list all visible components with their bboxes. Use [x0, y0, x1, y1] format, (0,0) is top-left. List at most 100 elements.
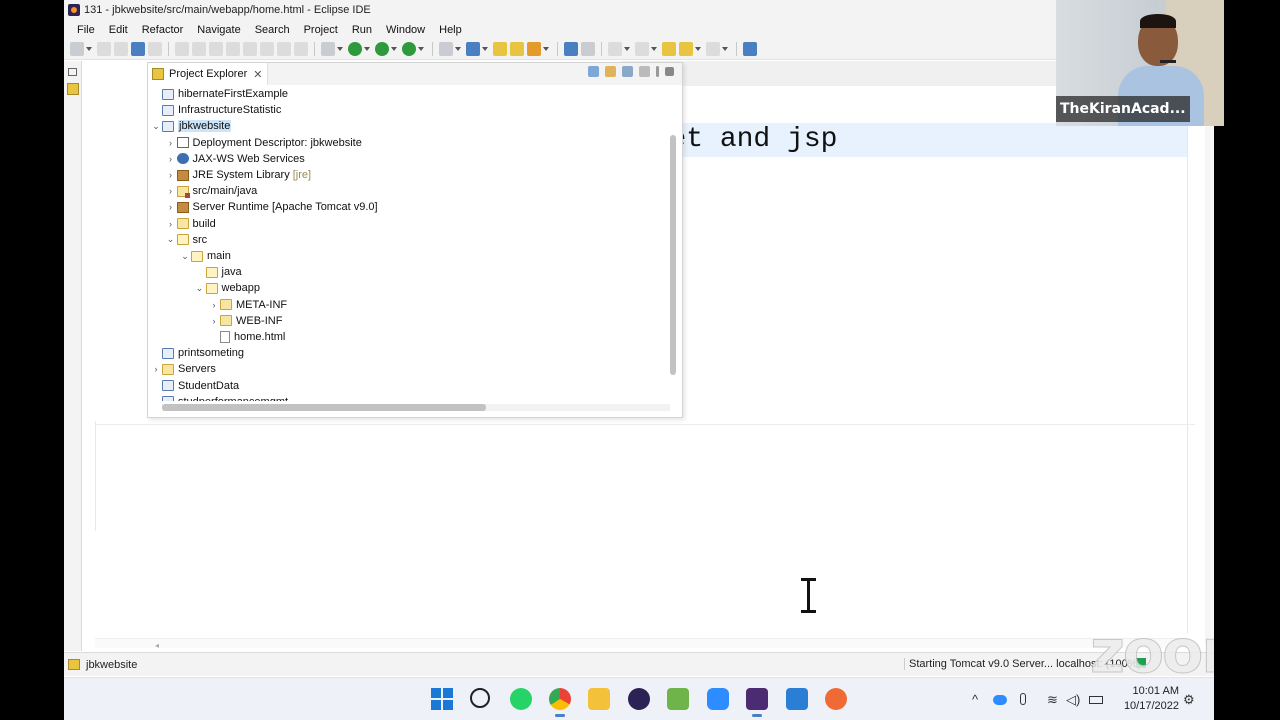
tree-item[interactable]: ⌄ main: [179, 248, 231, 264]
filter-icon[interactable]: [622, 66, 633, 77]
tree-item[interactable]: StudentData: [150, 378, 239, 394]
tree-item[interactable]: › Server Runtime [Apache Tomcat v9.0]: [165, 199, 378, 215]
terminate-icon[interactable]: [209, 42, 223, 56]
chevron-down-icon[interactable]: ⌄: [150, 121, 162, 132]
battery-icon[interactable]: [1089, 696, 1103, 704]
chevron-down-icon[interactable]: ⌄: [165, 234, 177, 245]
chevron-down-icon[interactable]: [391, 47, 397, 51]
disconnect-icon[interactable]: [226, 42, 240, 56]
tree-item[interactable]: hibernateFirstExample: [150, 86, 288, 102]
next-annotation-icon[interactable]: [608, 42, 622, 56]
new-icon[interactable]: [70, 42, 84, 56]
menu-window[interactable]: Window: [379, 24, 432, 36]
chevron-right-icon[interactable]: ›: [208, 316, 220, 326]
notepad-plus-icon[interactable]: [667, 688, 689, 710]
tree-item[interactable]: ⌄ jbkwebsite: [150, 118, 232, 134]
onedrive-icon[interactable]: [993, 695, 1007, 705]
save-icon[interactable]: [97, 42, 111, 56]
menu-search[interactable]: Search: [248, 24, 297, 36]
forward-icon[interactable]: [706, 42, 720, 56]
volume-icon[interactable]: ◁): [1066, 692, 1080, 708]
tree-item[interactable]: ⌄ src: [165, 232, 207, 248]
menu-file[interactable]: File: [70, 24, 102, 36]
tree-item[interactable]: InfrastructureStatistic: [150, 102, 281, 118]
chevron-right-icon[interactable]: ›: [150, 364, 162, 374]
eclipse-icon[interactable]: [628, 688, 650, 710]
explorer-vertical-scrollbar[interactable]: [670, 135, 676, 375]
editor-vertical-scrollbar[interactable]: [1205, 123, 1214, 643]
external-tools-icon[interactable]: [402, 42, 416, 56]
wifi-icon[interactable]: ≋: [1047, 692, 1058, 708]
skip-breakpoints-icon[interactable]: [148, 42, 162, 56]
tree-item[interactable]: home.html: [208, 329, 285, 345]
tree-item[interactable]: › Servers: [150, 361, 216, 377]
file-explorer-icon[interactable]: [588, 688, 610, 710]
paint-icon[interactable]: [825, 688, 847, 710]
suspend-icon[interactable]: [192, 42, 206, 56]
chevron-right-icon[interactable]: ›: [165, 138, 177, 148]
notepad-icon[interactable]: [786, 688, 808, 710]
zoom-icon[interactable]: [707, 688, 729, 710]
tree-item[interactable]: › Deployment Descriptor: jbkwebsite: [165, 135, 362, 151]
terminal-icon[interactable]: [131, 42, 145, 56]
new-java-class-icon[interactable]: [466, 42, 480, 56]
chevron-down-icon[interactable]: [455, 47, 461, 51]
chevron-down-icon[interactable]: ⌄: [179, 251, 191, 262]
chevron-right-icon[interactable]: ›: [165, 170, 177, 180]
tree-item[interactable]: › META-INF: [208, 297, 288, 313]
restore-icon[interactable]: [68, 68, 77, 76]
chevron-right-icon[interactable]: ›: [165, 154, 177, 164]
save-all-icon[interactable]: [114, 42, 128, 56]
search-icon[interactable]: [527, 42, 541, 56]
tree-item[interactable]: java: [194, 264, 242, 280]
windows-start-icon[interactable]: [431, 688, 453, 710]
chevron-right-icon[interactable]: ›: [165, 219, 177, 229]
chevron-down-icon[interactable]: [722, 47, 728, 51]
collapse-all-icon[interactable]: [588, 66, 599, 77]
open-task-icon[interactable]: [510, 42, 524, 56]
open-type-icon[interactable]: [493, 42, 507, 56]
editor-horizontal-scrollbar[interactable]: ◂: [95, 638, 1187, 650]
whatsapp-icon[interactable]: [510, 688, 532, 710]
previous-annotation-icon[interactable]: [635, 42, 649, 56]
focus-icon[interactable]: [639, 66, 650, 77]
chevron-down-icon[interactable]: [86, 47, 92, 51]
resume-icon[interactable]: [175, 42, 189, 56]
chevron-down-icon[interactable]: [651, 47, 657, 51]
step-return-icon[interactable]: [277, 42, 291, 56]
tab-project-explorer[interactable]: Project Explorer ✕: [148, 63, 268, 85]
chevron-up-icon[interactable]: ^: [972, 692, 978, 707]
search-icon[interactable]: [470, 688, 490, 708]
chevron-down-icon[interactable]: [418, 47, 424, 51]
tree-item[interactable]: ⌄ webapp: [194, 280, 260, 296]
chevron-right-icon[interactable]: ›: [165, 186, 177, 196]
tree-item[interactable]: printsometing: [150, 345, 244, 361]
maximize-icon[interactable]: [665, 67, 674, 76]
menu-project[interactable]: Project: [297, 24, 345, 36]
step-over-icon[interactable]: [260, 42, 274, 56]
tree-item[interactable]: › JAX-WS Web Services: [165, 151, 305, 167]
open-perspective-icon[interactable]: [743, 42, 757, 56]
new-server-icon[interactable]: [439, 42, 453, 56]
chevron-down-icon[interactable]: [364, 47, 370, 51]
tree-item[interactable]: › src/main/java: [165, 183, 257, 199]
debug-icon[interactable]: [321, 42, 335, 56]
tree-item[interactable]: › WEB-INF: [208, 313, 283, 329]
back-icon[interactable]: [679, 42, 693, 56]
drop-to-frame-icon[interactable]: [294, 42, 308, 56]
step-into-icon[interactable]: [243, 42, 257, 56]
link-with-editor-icon[interactable]: [605, 66, 616, 77]
explorer-horizontal-scrollbar[interactable]: [162, 404, 486, 411]
menu-edit[interactable]: Edit: [102, 24, 135, 36]
microphone-icon[interactable]: [1020, 693, 1026, 705]
chevron-down-icon[interactable]: [543, 47, 549, 51]
notification-icon[interactable]: ⚙: [1183, 692, 1195, 708]
view-menu-icon[interactable]: [656, 66, 659, 77]
chrome-icon[interactable]: [549, 688, 571, 717]
menu-run[interactable]: Run: [345, 24, 379, 36]
eclipse-ide-icon[interactable]: [746, 688, 768, 717]
menu-help[interactable]: Help: [432, 24, 469, 36]
tree-item[interactable]: › build: [165, 216, 216, 232]
last-edit-location-icon[interactable]: [662, 42, 676, 56]
chevron-down-icon[interactable]: [624, 47, 630, 51]
